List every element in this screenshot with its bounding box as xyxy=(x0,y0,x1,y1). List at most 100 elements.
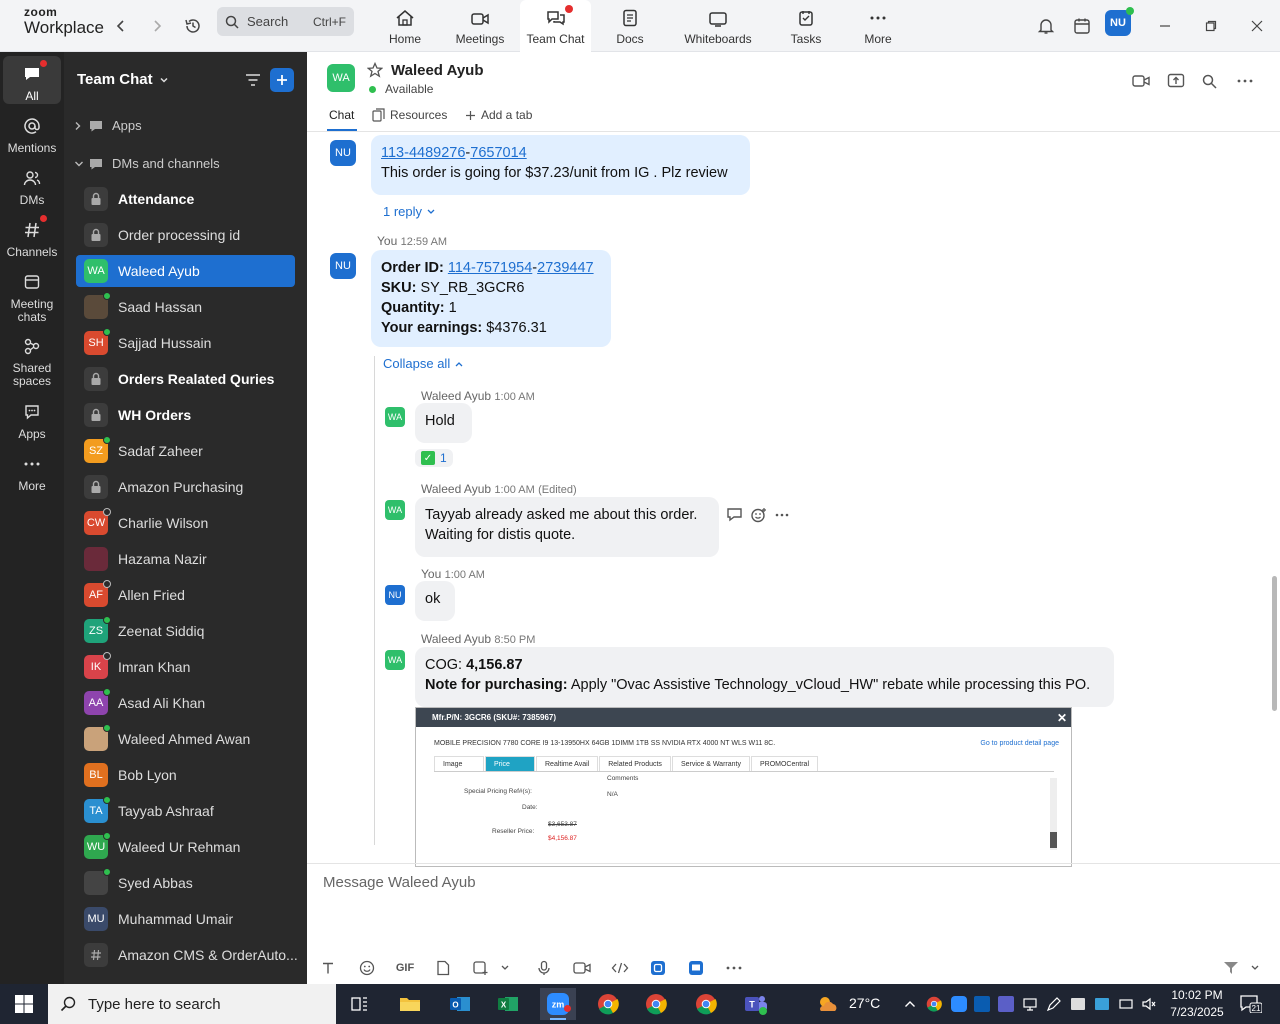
reply-in-thread-icon[interactable] xyxy=(726,507,744,523)
taskbar-search-input[interactable]: Type here to search xyxy=(48,984,336,1024)
message-more-icon[interactable] xyxy=(775,513,789,517)
chevron-down-icon[interactable] xyxy=(494,957,516,979)
sidebar-item[interactable]: Hazama Nazir xyxy=(76,543,295,575)
add-reaction-icon[interactable] xyxy=(750,507,768,523)
chrome-tray-icon[interactable] xyxy=(925,994,943,1014)
network-icon[interactable] xyxy=(1021,994,1039,1014)
excel-icon[interactable]: X xyxy=(490,988,526,1020)
pen-icon[interactable] xyxy=(1045,994,1063,1014)
chrome-icon[interactable] xyxy=(688,988,724,1020)
notification-center-icon[interactable]: 21 xyxy=(1238,994,1264,1014)
sidebar-title[interactable]: Team Chat xyxy=(77,71,169,88)
sidebar-item[interactable]: Order processing id xyxy=(76,219,295,251)
more-options-icon[interactable] xyxy=(1234,70,1256,92)
tab-more[interactable]: More xyxy=(858,0,898,52)
add-button[interactable] xyxy=(270,68,294,92)
send-icon[interactable] xyxy=(1220,957,1242,979)
tab-meetings[interactable]: Meetings xyxy=(448,0,512,52)
filter-icon[interactable] xyxy=(242,69,264,91)
reaction-chip[interactable]: ✓ 1 xyxy=(415,449,453,467)
weather-icon[interactable] xyxy=(810,988,846,1020)
sidebar-item[interactable]: WA Waleed Ayub xyxy=(76,255,295,287)
sidebar-item[interactable]: ZS Zeenat Siddiq xyxy=(76,615,295,647)
code-snippet-icon[interactable] xyxy=(609,957,631,979)
outlook-icon[interactable]: O xyxy=(442,988,478,1020)
scroll-thumb[interactable] xyxy=(1272,576,1277,711)
sidebar-item[interactable]: IK Imran Khan xyxy=(76,651,295,683)
outlook-tray-icon[interactable] xyxy=(973,994,991,1014)
whiteboard-share-icon[interactable] xyxy=(685,957,707,979)
tab-whiteboards[interactable]: Whiteboards xyxy=(680,0,756,52)
video-call-icon[interactable] xyxy=(1130,70,1152,92)
collapse-all-link[interactable]: Collapse all xyxy=(383,356,463,371)
sidebar-item[interactable]: MU Muhammad Umair xyxy=(76,903,295,935)
tab-team-chat[interactable]: Team Chat xyxy=(520,0,591,52)
close-icon[interactable] xyxy=(1243,12,1271,40)
sidebar-item[interactable]: Amazon CMS & OrderAuto... xyxy=(76,939,298,971)
sidebar-item[interactable]: BL Bob Lyon xyxy=(76,759,295,791)
tab-chat[interactable]: Chat xyxy=(329,108,354,122)
message-input[interactable]: Message Waleed Ayub xyxy=(323,874,476,891)
order-link[interactable]: 113-4489276 xyxy=(381,145,465,161)
rail-more[interactable]: More xyxy=(3,452,61,493)
sidebar-item[interactable]: Amazon Purchasing xyxy=(76,471,295,503)
gif-icon[interactable]: GIF xyxy=(394,957,416,979)
sidebar-item[interactable]: AA Asad Ali Khan xyxy=(76,687,295,719)
back-arrow-icon[interactable] xyxy=(107,12,135,40)
sidebar-item[interactable]: Saad Hassan xyxy=(76,291,295,323)
tab-resources[interactable]: Resources xyxy=(372,108,447,122)
maximize-icon[interactable] xyxy=(1197,12,1225,40)
section-apps[interactable]: Apps xyxy=(74,118,142,133)
teams-icon[interactable]: T xyxy=(738,988,774,1020)
sidebar-item[interactable]: WH Orders xyxy=(76,399,295,431)
rail-channels[interactable]: Channels xyxy=(3,215,61,259)
forward-arrow-icon[interactable] xyxy=(143,12,171,40)
sidebar-item[interactable]: WU Waleed Ur Rehman xyxy=(76,831,295,863)
section-dms-and-channels[interactable]: DMs and channels xyxy=(74,156,220,171)
sidebar-item[interactable]: Attendance xyxy=(76,183,295,215)
display-icon[interactable] xyxy=(1093,994,1111,1014)
rail-mentions[interactable]: Mentions xyxy=(3,114,61,155)
text-format-icon[interactable] xyxy=(317,957,339,979)
rail-shared-spaces[interactable]: Shared spaces xyxy=(3,334,61,388)
app-integration-icon[interactable] xyxy=(647,957,669,979)
sidebar-item[interactable]: Orders Realated Quries xyxy=(76,363,295,395)
sidebar-item[interactable]: TA Tayyab Ashraaf xyxy=(76,795,295,827)
bell-icon[interactable] xyxy=(1032,12,1060,40)
chevron-up-icon[interactable] xyxy=(901,994,919,1014)
wifi-icon[interactable] xyxy=(1117,994,1135,1014)
vpn-icon[interactable] xyxy=(1069,994,1087,1014)
rail-dms[interactable]: DMs xyxy=(3,166,61,207)
rail-all[interactable]: All xyxy=(3,56,61,104)
tab-tasks[interactable]: Tasks xyxy=(786,0,826,52)
task-view-icon[interactable] xyxy=(342,988,378,1020)
image-attachment[interactable]: Mfr.P/N: 3GCR6 (SKU#: 7385967) ✕ MOBILE P… xyxy=(415,707,1072,867)
sidebar-item[interactable]: CW Charlie Wilson xyxy=(76,507,295,539)
more-dots-icon[interactable] xyxy=(723,957,745,979)
star-icon[interactable] xyxy=(367,62,383,78)
system-clock[interactable]: 10:02 PM 7/23/2025 xyxy=(1164,987,1230,1021)
history-icon[interactable] xyxy=(179,12,207,40)
order-link[interactable]: 7657014 xyxy=(470,145,526,161)
windows-start-icon[interactable] xyxy=(6,988,42,1020)
tab-docs[interactable]: Docs xyxy=(610,0,650,52)
sidebar-item[interactable]: Syed Abbas xyxy=(76,867,295,899)
sidebar-item[interactable]: SH Sajjad Hussain xyxy=(76,327,295,359)
sidebar-item[interactable]: AF Allen Fried xyxy=(76,579,295,611)
emoji-icon[interactable] xyxy=(356,957,378,979)
chrome-icon[interactable] xyxy=(638,988,674,1020)
screenshot-icon[interactable] xyxy=(469,957,491,979)
volume-icon[interactable] xyxy=(1140,994,1158,1014)
microphone-icon[interactable] xyxy=(533,957,555,979)
tab-add-a-tab[interactable]: Add a tab xyxy=(465,108,532,122)
rail-meeting-chats[interactable]: Meeting chats xyxy=(3,270,61,324)
chevron-down-icon[interactable] xyxy=(1244,957,1266,979)
file-explorer-icon[interactable] xyxy=(392,988,428,1020)
order-link[interactable]: 2739447 xyxy=(537,260,593,276)
calendar-icon[interactable] xyxy=(1068,12,1096,40)
share-screen-icon[interactable] xyxy=(1165,70,1187,92)
message-scrollbar[interactable] xyxy=(1268,133,1278,845)
search-icon[interactable] xyxy=(1198,70,1220,92)
rail-apps[interactable]: Apps xyxy=(3,400,61,441)
file-icon[interactable] xyxy=(432,957,454,979)
